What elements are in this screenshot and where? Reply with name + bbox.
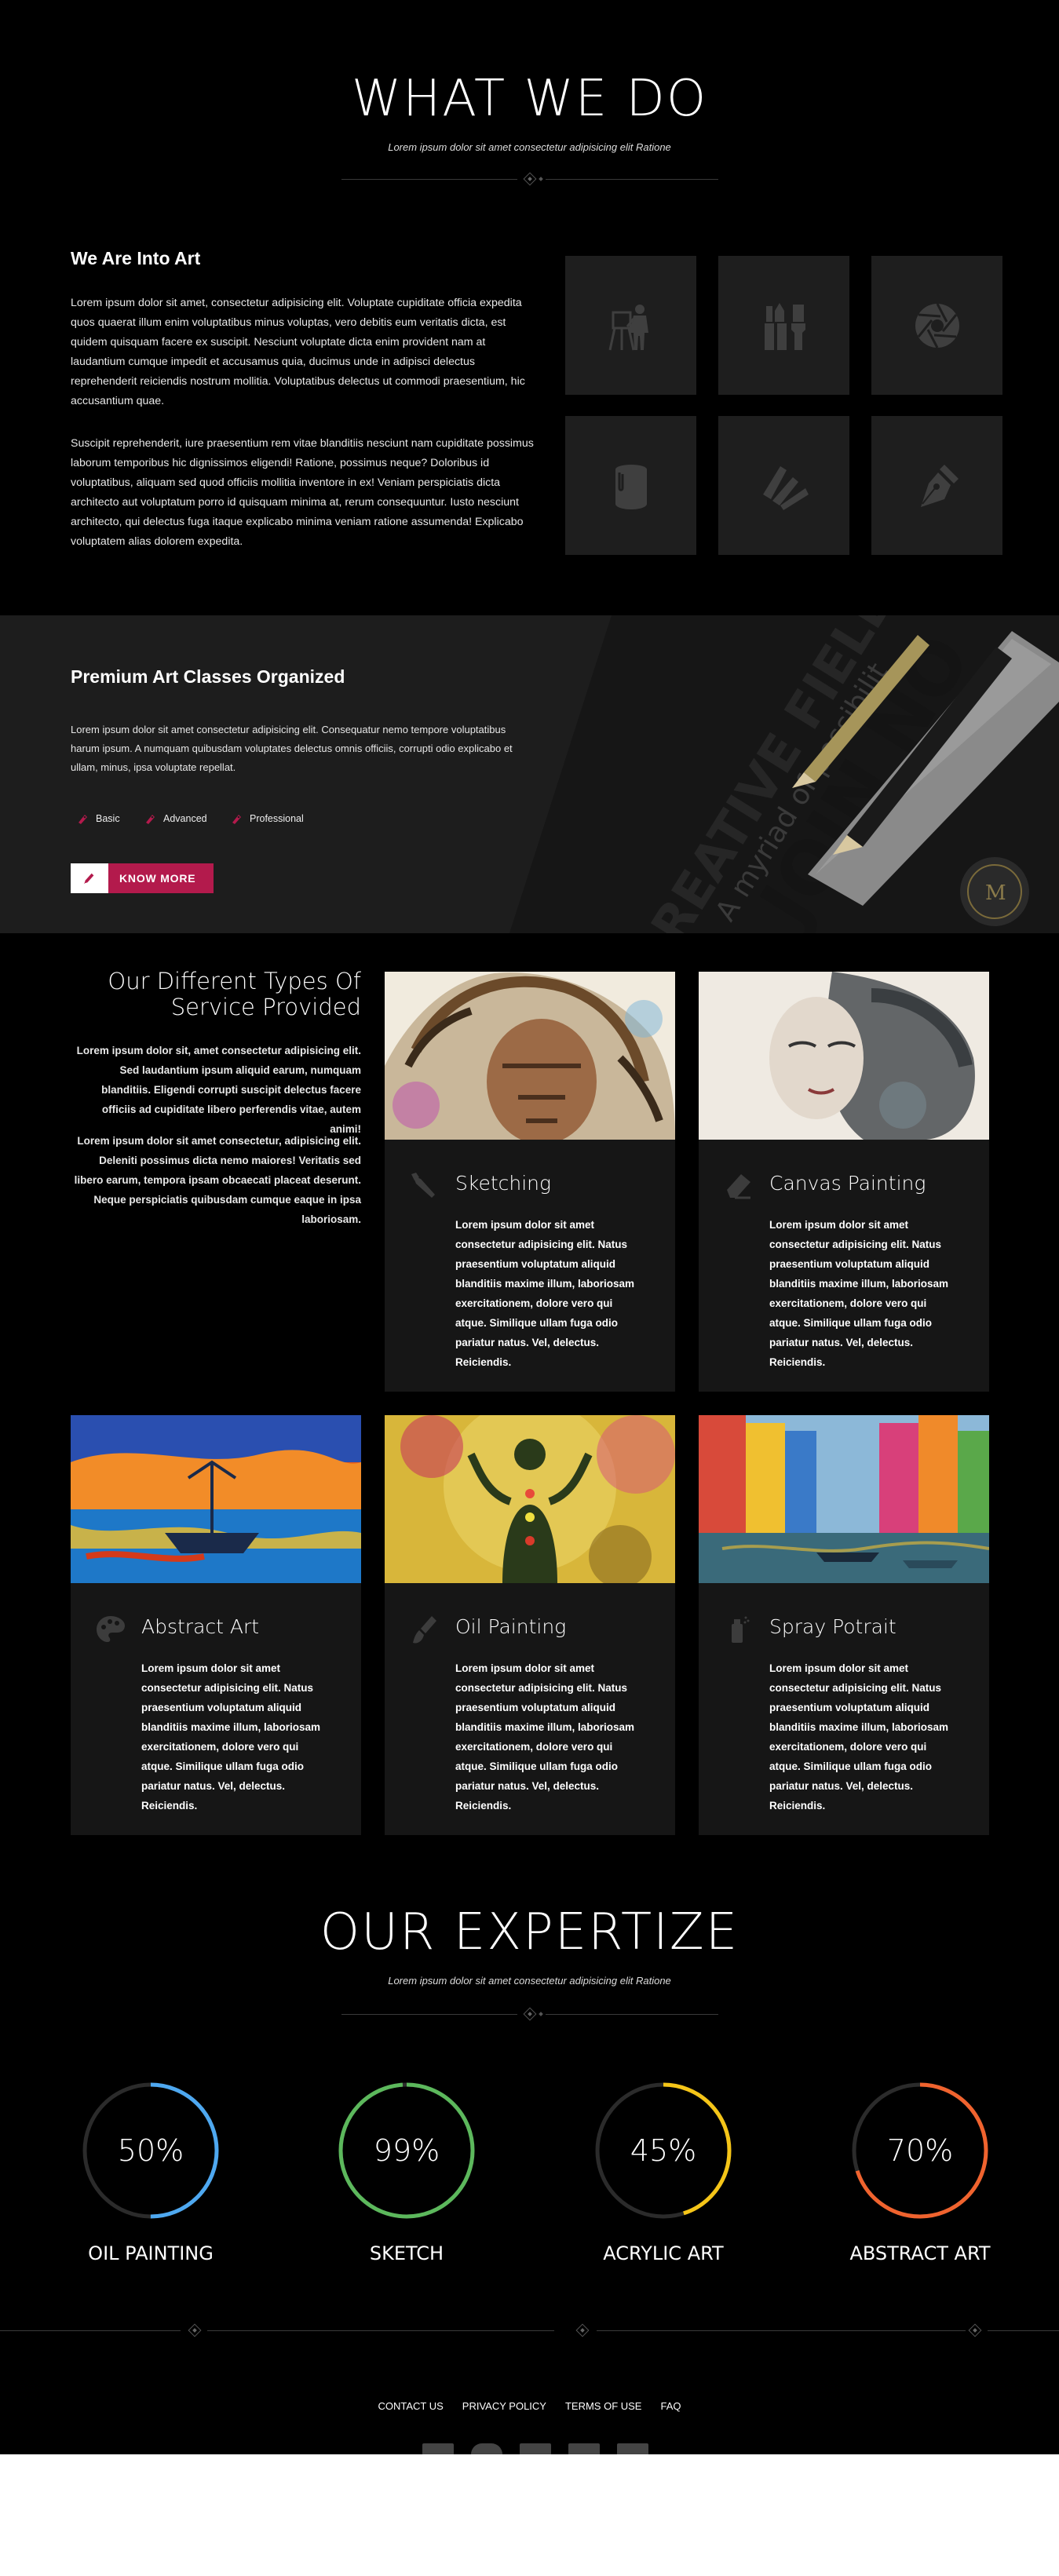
- skill-gauge: 70%: [849, 2080, 991, 2221]
- section-title: OUR EXPERTIZE: [320, 1903, 739, 1961]
- painter-icon: [608, 304, 648, 350]
- classes-banner: REATIVE FIELD A myriad of possibilit JOI…: [0, 615, 1059, 933]
- service-card-sketching[interactable]: Sketching Lorem ipsum dolor sit amet con…: [385, 972, 675, 1392]
- section-divider: [341, 2007, 718, 2021]
- footer-link-contact[interactable]: CONTACT US: [378, 2400, 443, 2412]
- banner-text: Lorem ipsum dolor sit amet consectetur a…: [71, 724, 513, 773]
- skill-label: ABSTRACT ART: [849, 2242, 991, 2264]
- brush-icon: [71, 863, 108, 893]
- footer-link-terms[interactable]: TERMS OF USE: [565, 2400, 642, 2412]
- about-paragraph: Lorem ipsum dolor sit amet, consectetur …: [71, 297, 525, 407]
- what-we-do-header: WHAT WE DO Lorem ipsum dolor sit amet co…: [0, 74, 1059, 153]
- gauge-value: 50%: [117, 2133, 184, 2168]
- service-title: Spray Potrait: [769, 1615, 896, 1638]
- footer-link-privacy[interactable]: PRIVACY POLICY: [462, 2400, 546, 2412]
- mastercard-icon: [471, 2443, 502, 2454]
- tile-painter[interactable]: [565, 256, 696, 395]
- page: WHAT WE DO Lorem ipsum dolor sit amet co…: [0, 0, 1059, 2454]
- banner-title: Premium Art Classes Organized: [71, 666, 345, 687]
- tag-icon: [79, 815, 87, 824]
- skill-gauge: 99%: [336, 2080, 477, 2221]
- tag-label: Basic: [96, 813, 120, 824]
- card-icon: [422, 2443, 454, 2454]
- footer-nav: CONTACT US PRIVACY POLICY TERMS OF USE F…: [0, 2400, 1059, 2412]
- section-divider: [341, 172, 718, 186]
- tag-icon: [146, 815, 155, 824]
- paint-bucket-icon: [615, 464, 647, 509]
- service-image: [385, 1415, 675, 1583]
- card-icon: [520, 2443, 551, 2454]
- service-image: [699, 1415, 989, 1583]
- service-description: Lorem ipsum dolor sit amet consectetur a…: [769, 1219, 949, 1368]
- card-icon: [617, 2443, 648, 2454]
- section-title: WHAT WE DO: [351, 70, 708, 128]
- service-card-spray-potrait[interactable]: Spray Potrait Lorem ipsum dolor sit amet…: [699, 1415, 989, 1835]
- palette-icon: [97, 1616, 125, 1642]
- tile-pen-nib[interactable]: [871, 416, 1002, 555]
- section-subtitle: Lorem ipsum dolor sit amet consectetur a…: [388, 141, 671, 153]
- service-title: Abstract Art: [141, 1615, 260, 1638]
- gauge-value: 99%: [373, 2133, 440, 2168]
- tag-label: Advanced: [163, 813, 207, 824]
- service-title: Sketching: [455, 1172, 552, 1195]
- service-description: Lorem ipsum dolor sit amet consectetur a…: [141, 1662, 321, 1812]
- services-paragraph: Lorem ipsum dolor sit, amet consectetur …: [76, 1045, 361, 1135]
- services-paragraph: Lorem ipsum dolor sit amet consectetur, …: [74, 1135, 361, 1225]
- tile-aperture[interactable]: [871, 256, 1002, 395]
- tag-icon: [232, 815, 241, 824]
- tile-brushes[interactable]: [718, 256, 849, 395]
- about-title: We Are Into Art: [71, 248, 201, 268]
- brush-icon: [411, 1173, 435, 1198]
- eraser-icon: [727, 1174, 750, 1199]
- spray-can-icon: [732, 1616, 750, 1643]
- brushes-icon: [764, 302, 805, 350]
- gauge-value: 70%: [886, 2133, 954, 2168]
- service-image: [71, 1415, 361, 1583]
- services-title: Our Different Types Of Service Provided: [108, 968, 361, 1020]
- service-description: Lorem ipsum dolor sit amet consectetur a…: [455, 1662, 635, 1812]
- tag-advanced: Advanced: [144, 813, 207, 824]
- service-image: [385, 972, 675, 1140]
- service-image: [699, 972, 989, 1140]
- svg-text:M: M: [985, 881, 1006, 905]
- footer-link-faq[interactable]: FAQ: [660, 2400, 681, 2412]
- service-title: Canvas Painting: [769, 1172, 926, 1195]
- tag-professional: Professional: [231, 813, 304, 824]
- skill-label: SKETCH: [369, 2242, 444, 2264]
- tag-label: Professional: [250, 813, 304, 824]
- tile-color-swatch[interactable]: [718, 416, 849, 555]
- service-card-oil-painting[interactable]: Oil Painting Lorem ipsum dolor sit amet …: [385, 1415, 675, 1835]
- skill-gauge: 45%: [593, 2080, 734, 2221]
- paint-tube-icon: [413, 1616, 436, 1644]
- service-card-canvas-painting[interactable]: Canvas Painting Lorem ipsum dolor sit am…: [699, 972, 989, 1392]
- tile-paint-bucket[interactable]: [565, 416, 696, 555]
- aperture-icon: [915, 302, 959, 348]
- pen-nib-icon: [920, 464, 959, 507]
- service-title: Oil Painting: [455, 1615, 567, 1638]
- expertize-header: OUR EXPERTIZE Lorem ipsum dolor sit amet…: [0, 1907, 1059, 1987]
- service-card-abstract-art[interactable]: Abstract Art Lorem ipsum dolor sit amet …: [71, 1415, 361, 1835]
- banner-artwork: REATIVE FIELD A myriad of possibilit JOI…: [509, 615, 1059, 933]
- skill-label: ACRYLIC ART: [603, 2242, 724, 2264]
- know-more-label: KNOW MORE: [119, 872, 196, 885]
- tag-basic: Basic: [77, 813, 120, 824]
- know-more-button[interactable]: KNOW MORE: [71, 863, 214, 893]
- service-description: Lorem ipsum dolor sit amet consectetur a…: [769, 1662, 949, 1812]
- skill-gauge: 50%: [80, 2080, 221, 2221]
- gauge-value: 45%: [630, 2133, 697, 2168]
- section-subtitle: Lorem ipsum dolor sit amet consectetur a…: [388, 1975, 671, 1987]
- footer-divider: [0, 2323, 1059, 2337]
- card-icon: [568, 2443, 600, 2454]
- about-paragraph: Suscipit reprehenderit, iure praesentium…: [71, 437, 534, 548]
- service-description: Lorem ipsum dolor sit amet consectetur a…: [455, 1219, 635, 1368]
- skill-label: OIL PAINTING: [88, 2242, 214, 2264]
- color-swatch-icon: [762, 465, 809, 510]
